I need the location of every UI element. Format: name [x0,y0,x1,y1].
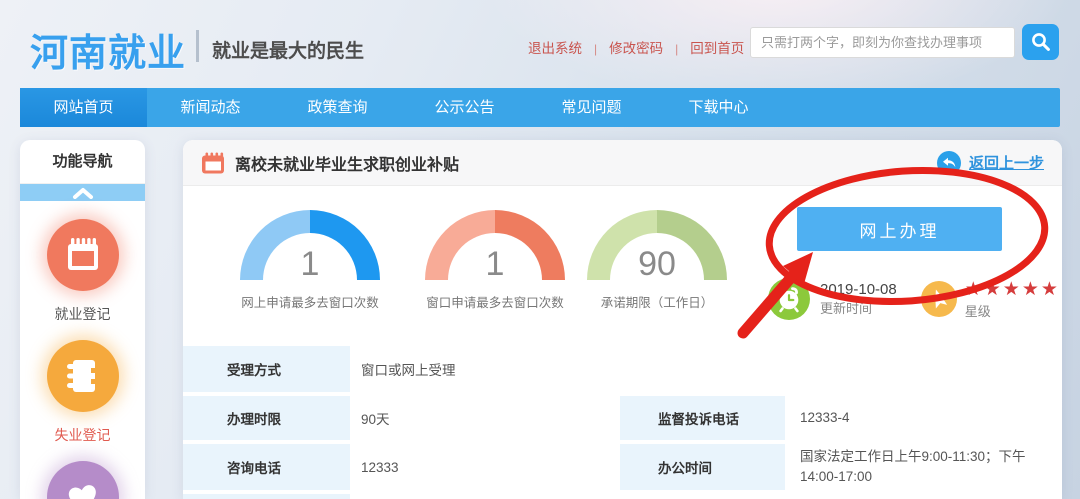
nav-item-policy[interactable]: 政策查询 [274,88,401,127]
notebook-icon [46,340,119,412]
table-value-cell: 90天 [361,412,390,427]
meta-info-row: 2019-10-08 更新时间 ★★★★★ 星级 [768,278,1060,320]
nav-item-notices[interactable]: 公示公告 [401,88,528,127]
site-tagline: 就业是最大的民生 [212,41,365,62]
heart-icon [46,461,119,499]
table-label-cell: 咨询电话 [183,444,350,490]
table-row-partial [183,494,1062,499]
search-icon [1030,31,1052,53]
service-detail-table: 受理方式 窗口或网上受理 办理时限 90天 监督投诉电话 12333-4 咨询电… [183,346,1062,499]
table-row: 咨询电话 12333 办公时间 国家法定工作日上午9:00-11:30；下午 1… [183,444,1062,490]
site-logo: 河南就业 [30,33,187,75]
gauge-value: 1 [485,245,505,283]
alarm-clock-icon [768,278,810,320]
table-value-cell: 12333 [361,459,399,475]
back-to-home-link[interactable]: 回到首页 [663,37,744,57]
sidebar-item-label: 失业登记 [54,427,111,443]
table-label-cell: 办理时限 [183,396,350,440]
change-password-link[interactable]: 修改密码 [582,37,663,57]
chevron-up-icon [70,187,96,199]
gauge-arc: 1 [425,210,565,283]
table-label-cell: 受理方式 [183,346,350,392]
main-nav: 网站首页 新闻动态 政策查询 公示公告 常见问题 下载中心 [20,88,1060,127]
service-detail-card: 离校未就业毕业生求职创业补贴 返回上一步 1 网上申请最多去窗口次数 1 窗口申… [183,140,1062,499]
gauge-value: 90 [638,245,676,283]
nav-item-downloads[interactable]: 下载中心 [655,88,782,127]
sidebar-item-third[interactable] [20,461,145,499]
table-label-cell [183,494,350,499]
table-row: 办理时限 90天 监督投诉电话 12333-4 [183,396,1062,440]
sidebar-item-unemployment-registration[interactable]: 失业登记 [20,340,145,443]
back-to-previous-link[interactable]: 返回上一步 [936,150,1044,175]
table-value-cell: 窗口或网上受理 [361,363,456,378]
sidebar-item-label: 就业登记 [54,306,111,322]
header-links: 退出系统 修改密码 回到首页 [528,37,744,57]
nav-item-home[interactable]: 网站首页 [20,88,147,127]
sidebar-title: 功能导航 [20,140,145,184]
table-value-cell: 国家法定工作日上午9:00-11:30；下午 14:00-17:00 [800,448,1026,484]
gauge-online-visits: 1 网上申请最多去窗口次数 [225,210,395,311]
calendar-icon [201,152,225,174]
search-button[interactable] [1022,24,1059,60]
page-title: 离校未就业毕业生求职创业补贴 [235,156,460,174]
return-arrow-icon [936,150,961,175]
site-header: 河南就业 就业是最大的民生 退出系统 修改密码 回到首页 [0,0,1080,88]
updated-date: 2019-10-08 [820,280,897,298]
gauge-arc: 90 [587,210,727,283]
updated-label: 更新时间 [820,301,873,317]
search-input[interactable] [750,27,1015,58]
gauge-window-visits: 1 窗口申请最多去窗口次数 [410,210,580,311]
gauge-value: 1 [300,245,320,283]
online-apply-button[interactable]: 网上办理 [797,207,1002,251]
nav-item-news[interactable]: 新闻动态 [147,88,274,127]
back-link-label: 返回上一步 [968,155,1044,172]
logo-divider [196,30,199,62]
rating-label: 星级 [964,303,991,319]
nav-item-faq[interactable]: 常见问题 [528,88,655,127]
table-value-cell: 12333-4 [800,409,850,425]
gauge-arc: 1 [240,210,380,283]
calendar-icon [46,219,119,291]
sidebar-collapse-button[interactable] [20,184,145,201]
table-label-cell: 监督投诉电话 [620,396,785,440]
logout-link[interactable]: 退出系统 [528,37,582,57]
table-value-cell [350,494,1062,499]
sidebar-item-employment-registration[interactable]: 就业登记 [20,219,145,322]
gauge-label: 承诺期限（工作日） [600,296,714,310]
gauge-promise-days: 90 承诺期限（工作日） [572,210,742,311]
gauge-label: 网上申请最多去窗口次数 [241,296,379,310]
card-header: 离校未就业毕业生求职创业补贴 返回上一步 [183,140,1062,186]
star-badge-icon [920,281,957,317]
rating-stars: ★★★★★ [964,278,1060,300]
table-label-cell: 办公时间 [620,444,785,490]
sidebar-function-nav: 功能导航 就业登记 失业登记 [20,140,145,499]
gauge-label: 窗口申请最多去窗口次数 [426,296,564,310]
table-row: 受理方式 窗口或网上受理 [183,346,1062,392]
